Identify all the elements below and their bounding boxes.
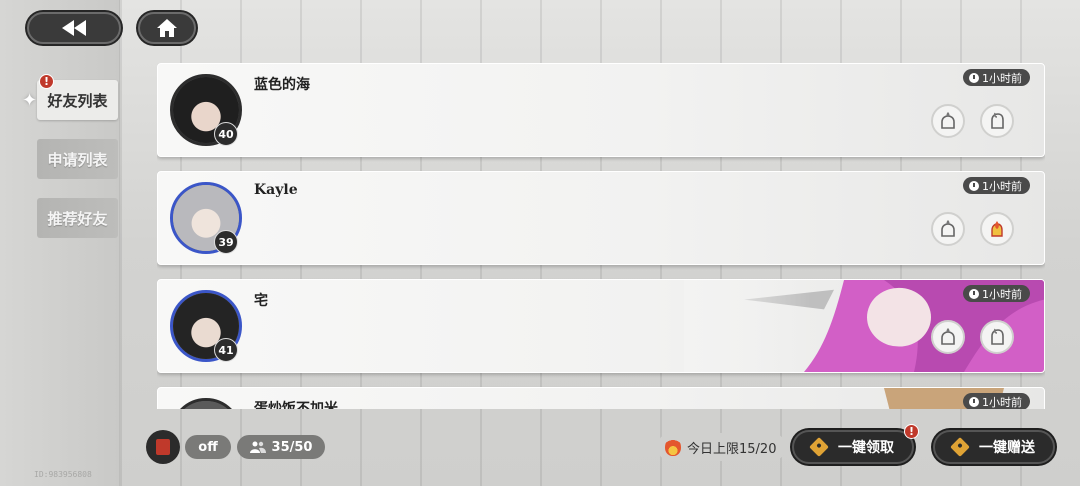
send-gift-button[interactable] — [980, 320, 1014, 354]
receive-gift-button[interactable] — [931, 104, 965, 138]
delete-friend-button[interactable] — [146, 430, 180, 464]
clock-icon — [969, 396, 979, 407]
tab-alert-badge: ! — [39, 74, 54, 89]
home-icon — [157, 19, 177, 37]
friend-card[interactable]: 41 宅 1小时前 — [157, 279, 1045, 373]
flame-hand-icon — [991, 221, 1003, 237]
tag-icon — [809, 437, 829, 457]
hand-receive-icon — [941, 112, 955, 129]
friend-count: 35/50 — [271, 439, 313, 455]
send-gift-button[interactable] — [980, 104, 1014, 138]
tab-label: 推荐好友 — [47, 209, 108, 228]
level-badge: 39 — [214, 230, 238, 254]
left-panel — [0, 0, 120, 486]
clock-icon — [969, 288, 979, 299]
friend-card[interactable]: 蛋炒饭不加米 1小时前 — [157, 387, 1045, 409]
last-online: 1小时前 — [963, 177, 1030, 194]
friend-list[interactable]: 40 蓝色的海 1小时前 39 Kayle 1小时前 41 宅 1小时前 蛋炒饭… — [157, 63, 1045, 409]
receive-gift-button[interactable] — [931, 320, 965, 354]
avatar[interactable] — [170, 398, 242, 409]
friend-name: 宅 — [254, 293, 268, 309]
send-all-label: 一键赠送 — [979, 440, 1035, 456]
claim-all-button[interactable]: 一键领取 — [792, 430, 914, 464]
send-all-button[interactable]: 一键赠送 — [933, 430, 1055, 464]
time-text: 1小时前 — [982, 287, 1022, 301]
last-online: 1小时前 — [963, 393, 1030, 409]
trash-icon — [156, 439, 170, 455]
home-button[interactable] — [138, 12, 196, 44]
people-icon — [249, 441, 266, 453]
clock-icon — [969, 180, 979, 191]
hand-send-icon — [991, 112, 1004, 129]
hand-receive-icon — [941, 220, 955, 237]
daily-limit: 今日上限15/20 — [657, 433, 787, 461]
bottom-bar: off 35/50 今日上限15/20 一键领取 ! 一键赠送 — [120, 410, 1080, 486]
rewind-icon — [62, 20, 86, 36]
level-badge: 40 — [214, 122, 238, 146]
tab-requests[interactable]: 申请列表 — [37, 139, 118, 179]
friend-count-badge: 35/50 — [237, 435, 325, 459]
tab-label: 好友列表 — [47, 91, 108, 110]
last-online: 1小时前 — [963, 285, 1030, 302]
level-badge: 41 — [214, 338, 238, 362]
flame-icon — [665, 438, 681, 456]
toggle-label: off — [198, 439, 218, 455]
friend-name: Kayle — [254, 182, 298, 198]
last-online: 1小时前 — [963, 69, 1030, 86]
tab-recommended[interactable]: 推荐好友 — [37, 198, 118, 238]
daily-limit-text: 今日上限15/20 — [687, 441, 777, 457]
tag-icon — [950, 437, 970, 457]
gift-received-button[interactable] — [980, 212, 1014, 246]
time-text: 1小时前 — [982, 71, 1022, 85]
claim-alert-badge: ! — [904, 424, 919, 439]
hand-send-icon — [991, 328, 1004, 345]
mode-toggle[interactable]: off — [185, 435, 231, 459]
clock-icon — [969, 72, 979, 83]
friend-card[interactable]: 40 蓝色的海 1小时前 — [157, 63, 1045, 157]
time-text: 1小时前 — [982, 179, 1022, 193]
friend-card[interactable]: 39 Kayle 1小时前 — [157, 171, 1045, 265]
tab-label: 申请列表 — [47, 150, 108, 169]
claim-all-label: 一键领取 — [838, 440, 894, 456]
receive-gift-button[interactable] — [931, 212, 965, 246]
hand-receive-icon — [941, 328, 955, 345]
back-button[interactable] — [27, 12, 121, 44]
time-text: 1小时前 — [982, 395, 1022, 409]
friend-name: 蛋炒饭不加米 — [254, 401, 338, 409]
friend-name: 蓝色的海 — [254, 77, 310, 93]
sparkle-icon: ✦ — [22, 90, 38, 111]
user-id: ID:983956808 — [34, 470, 92, 479]
